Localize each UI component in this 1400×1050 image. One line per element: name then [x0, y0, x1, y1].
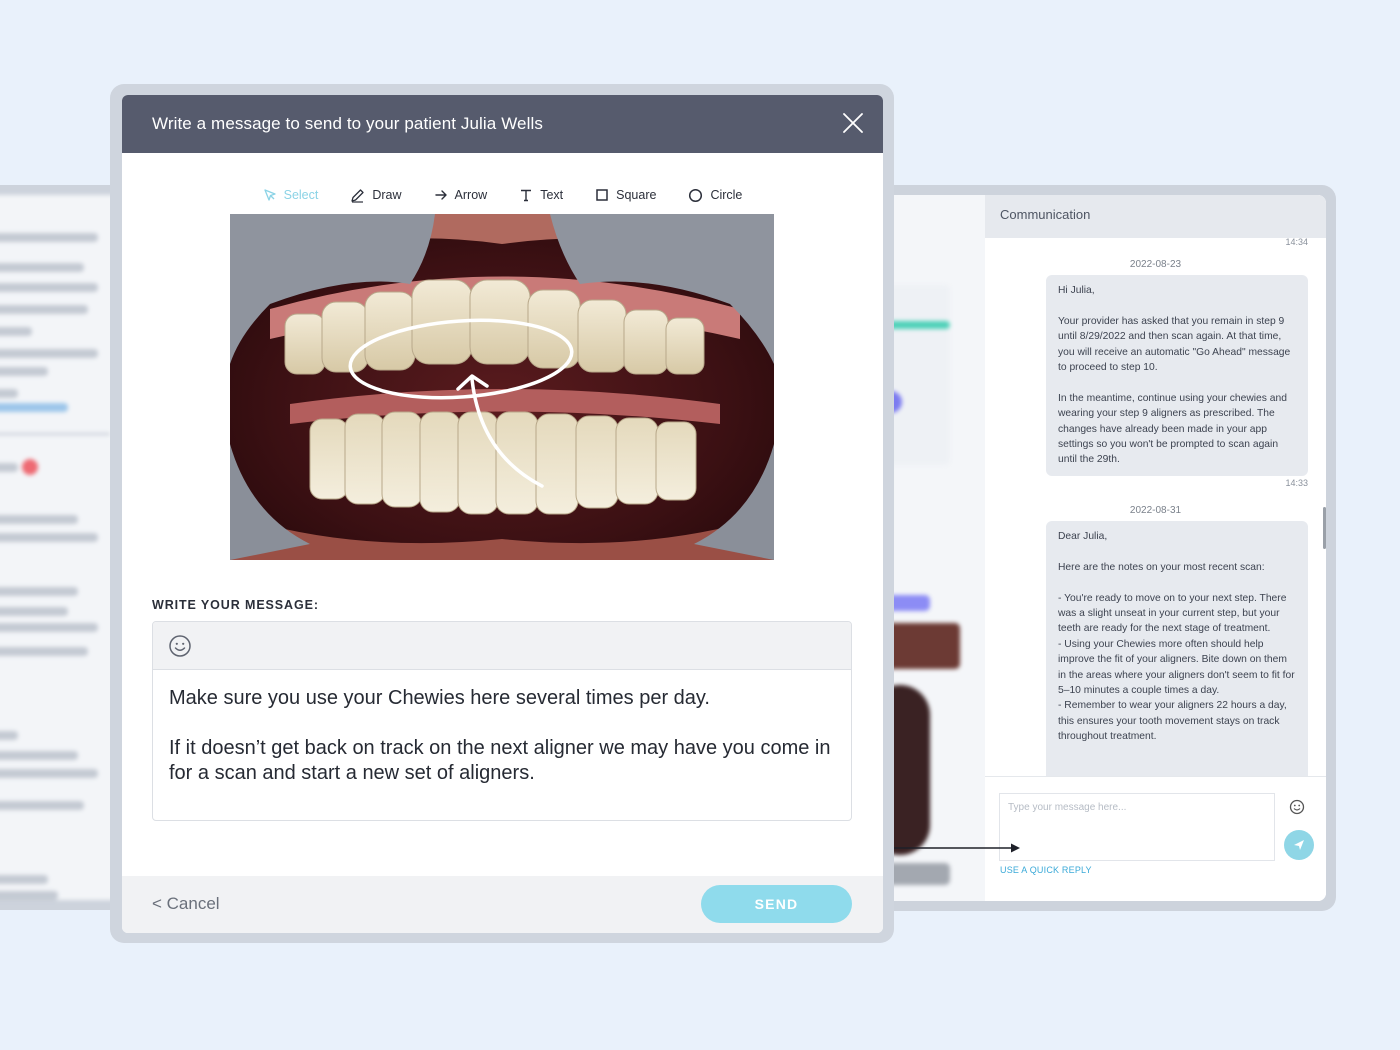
message-paragraph: Dear Julia,: [1058, 531, 1108, 542]
thread-scrollbar[interactable]: [1323, 507, 1326, 549]
message-label: WRITE YOUR MESSAGE:: [152, 598, 319, 612]
communication-panel: Communication 14:34 2022-08-23 Hi Julia,…: [985, 195, 1326, 901]
annotation-toolbar: Select Draw Arrow Text Square Circle: [122, 183, 883, 207]
message-bubble: Dear Julia, Here are the notes on your m…: [1046, 521, 1308, 776]
tool-draw[interactable]: Draw: [350, 183, 402, 207]
message-paragraph: - You're ready to move on to your next s…: [1058, 592, 1295, 743]
message-date: 2022-08-23: [1129, 259, 1182, 270]
patient-teeth-photo: [230, 214, 774, 560]
message-editor: Make sure you use your Chewies here seve…: [152, 621, 852, 821]
message-modal: Write a message to send to your patient …: [122, 95, 883, 933]
tool-label: Circle: [710, 188, 743, 202]
close-icon[interactable]: [841, 111, 865, 135]
send-icon[interactable]: [1284, 830, 1314, 860]
communication-thread[interactable]: 14:34 2022-08-23 Hi Julia, Your provider…: [985, 238, 1326, 776]
circle-icon: [689, 188, 703, 202]
cancel-button[interactable]: < Cancel: [152, 894, 220, 914]
tool-label: Select: [283, 188, 319, 202]
quick-reply-link[interactable]: USE A QUICK REPLY: [1000, 865, 1092, 875]
message-time: 14:34: [1285, 238, 1308, 247]
message-line: Make sure you use your Chewies here seve…: [169, 687, 710, 709]
tool-select[interactable]: Select: [263, 183, 319, 207]
modal-header: Write a message to send to your patient …: [122, 95, 883, 153]
arrow-right-icon: [434, 190, 447, 200]
message-date: 2022-08-31: [1129, 505, 1182, 516]
tool-label: Text: [540, 188, 564, 202]
message-time: 14:33: [1285, 478, 1308, 488]
message-paragraph: Hi Julia,: [1058, 285, 1095, 296]
text-icon: [521, 189, 532, 202]
tool-label: Square: [616, 188, 657, 202]
emoji-icon[interactable]: [168, 634, 192, 663]
tool-label: Arrow: [454, 188, 488, 202]
communication-header: Communication: [985, 195, 1326, 238]
modal-footer: < Cancel SEND: [122, 876, 883, 933]
tool-label: Draw: [372, 188, 402, 202]
background-communication-panel: Communication 14:34 2022-08-23 Hi Julia,…: [870, 185, 1336, 911]
modal-title: Write a message to send to your patient …: [152, 114, 543, 133]
message-paragraph: Your provider has asked that you remain …: [1058, 315, 1291, 374]
cursor-icon: [263, 189, 276, 201]
tool-arrow[interactable]: Arrow: [434, 183, 488, 207]
editor-toolbar: [153, 622, 851, 670]
send-button[interactable]: SEND: [701, 885, 852, 923]
tool-text[interactable]: Text: [519, 183, 563, 207]
message-bubble: Hi Julia, Your provider has asked that y…: [1046, 275, 1308, 476]
reply-area: Type your message here... USE A QUICK RE…: [985, 776, 1326, 901]
patient-photo-canvas[interactable]: [230, 214, 774, 560]
pencil-icon: [351, 188, 365, 203]
tool-circle[interactable]: Circle: [688, 183, 742, 207]
background-communication-inner: Communication 14:34 2022-08-23 Hi Julia,…: [870, 195, 1326, 901]
message-textarea[interactable]: Make sure you use your Chewies here seve…: [153, 670, 851, 802]
message-paragraph: Here are the notes on your most recent s…: [1058, 561, 1265, 573]
message-line: If it doesn’t get back on track on the n…: [169, 737, 831, 784]
reply-input[interactable]: Type your message here...: [999, 793, 1275, 861]
modal-frame: Write a message to send to your patient …: [110, 84, 894, 943]
message-paragraph: In the meantime, continue using your che…: [1058, 392, 1287, 466]
tool-square[interactable]: Square: [595, 183, 656, 207]
emoji-icon[interactable]: [1289, 799, 1305, 819]
square-icon: [596, 189, 608, 201]
